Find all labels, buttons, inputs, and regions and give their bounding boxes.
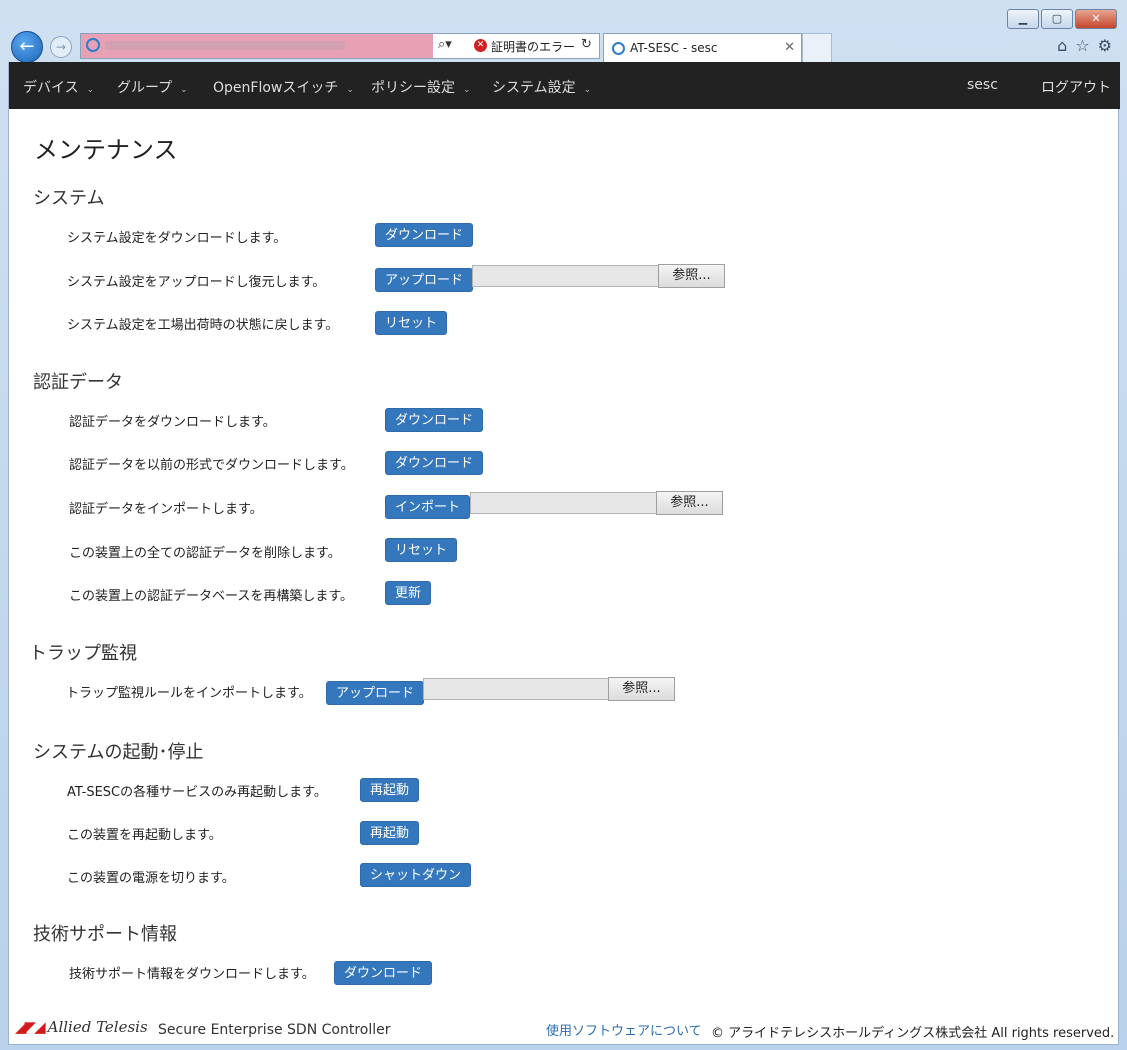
nav-item-groups[interactable]: グループ ⌄ (117, 77, 188, 97)
auth-import-button[interactable]: インポート (385, 495, 471, 519)
chevron-down-icon: ⌄ (180, 85, 188, 95)
chevron-down-icon: ⌄ (346, 85, 354, 95)
close-icon[interactable]: ✕ (1075, 9, 1117, 29)
tab-close-icon[interactable]: ✕ (784, 40, 795, 55)
address-bar[interactable]: ⌕▾ ✕ 証明書のエラー ↻ (80, 33, 600, 59)
nav-item-devices[interactable]: デバイス ⌄ (23, 77, 94, 97)
product-name: Secure Enterprise SDN Controller (158, 1022, 391, 1038)
ie-page-icon (86, 38, 100, 52)
chevron-down-icon: ⌄ (583, 85, 592, 95)
device-shutdown-label: この装置の電源を切ります。 (67, 871, 235, 886)
nav-user[interactable]: sesc (967, 77, 998, 93)
new-tab-button[interactable] (802, 33, 832, 62)
certificate-error-label[interactable]: 証明書のエラー (491, 38, 575, 55)
toolbar-icons: ⌂ ☆ ⚙ (1057, 36, 1112, 55)
footer: ◢◤◢ Allied Telesis Secure Enterprise SDN… (9, 1012, 1120, 1042)
auth-reset-button[interactable]: リセット (385, 538, 458, 562)
system-upload-file-field[interactable] (472, 265, 659, 287)
nav-item-system-settings[interactable]: システム設定 ⌄ (492, 77, 591, 97)
auth-import-browse-button[interactable]: 参照... (656, 491, 723, 515)
system-upload-browse-button[interactable]: 参照... (658, 264, 725, 288)
tab-title: AT-SESC - sesc (630, 41, 718, 55)
support-download-button[interactable]: ダウンロード (334, 961, 433, 985)
home-icon[interactable]: ⌂ (1057, 36, 1067, 55)
trap-upload-browse-button[interactable]: 参照... (608, 677, 675, 701)
address-url-field[interactable] (81, 34, 433, 58)
favorites-star-icon[interactable]: ☆ (1075, 36, 1089, 55)
trap-upload-button[interactable]: アップロード (326, 681, 425, 705)
settings-gear-icon[interactable]: ⚙ (1098, 36, 1112, 55)
auth-delete-label: この装置上の全ての認証データを削除します。 (69, 546, 341, 561)
auth-legacy-download-label: 認証データを以前の形式でダウンロードします。 (69, 458, 354, 473)
auth-import-file-field[interactable] (470, 492, 657, 514)
back-arrow-icon[interactable]: ← (11, 31, 43, 63)
certificate-error-icon[interactable]: ✕ (474, 39, 487, 52)
browser-window: ▁ ▢ ✕ ← → ⌕▾ ✕ 証明書のエラー ↻ AT-SESC - sesc … (0, 0, 1127, 1050)
nav-logout[interactable]: ログアウト (1041, 77, 1111, 97)
search-icon[interactable]: ⌕▾ (438, 37, 452, 52)
maximize-icon[interactable]: ▢ (1041, 9, 1073, 29)
software-info-link[interactable]: 使用ソフトウェアについて (546, 1020, 702, 1039)
chevron-down-icon: ⌄ (86, 85, 95, 95)
device-shutdown-button[interactable]: シャットダウン (360, 863, 472, 887)
nav-item-openflow-switch[interactable]: OpenFlowスイッチ ⌄ (213, 77, 354, 97)
trap-upload-file-field[interactable] (423, 678, 610, 700)
page-content: デバイス ⌄ グループ ⌄ OpenFlowスイッチ ⌄ ポリシー設定 ⌄ システム設定… (8, 62, 1120, 1045)
auth-rebuild-button[interactable]: 更新 (385, 581, 432, 605)
minimize-icon[interactable]: ▁ (1007, 9, 1039, 29)
auth-legacy-download-button[interactable]: ダウンロード (385, 451, 484, 475)
auth-download-button[interactable]: ダウンロード (385, 408, 484, 432)
system-download-button[interactable]: ダウンロード (375, 223, 474, 247)
support-download-label: 技術サポート情報をダウンロードします。 (69, 967, 315, 982)
system-reset-label: システム設定を工場出荷時の状態に戻します。 (67, 318, 339, 333)
services-restart-label: AT-SESCの各種サービスのみ再起動します。 (67, 785, 327, 800)
services-restart-button[interactable]: 再起動 (360, 778, 420, 802)
ie-tab-icon (612, 42, 625, 55)
device-reboot-button[interactable]: 再起動 (360, 821, 420, 845)
section-heading-tech-support: 技術サポート情報 (33, 924, 177, 945)
allied-telesis-logo-icon: ◢◤◢ (15, 1018, 46, 1036)
page-title: メンテナンス (34, 136, 178, 164)
allied-telesis-logo: ◢◤◢ Allied Telesis (15, 1018, 148, 1036)
device-reboot-label: この装置を再起動します。 (67, 828, 222, 843)
refresh-icon[interactable]: ↻ (581, 37, 592, 52)
copyright: © アライドテレシスホールディングス株式会社 All rights reserv… (711, 1026, 1115, 1041)
section-heading-trap-monitoring: トラップ監視 (29, 643, 137, 664)
trap-import-label: トラップ監視ルールをインポートします。 (66, 686, 312, 701)
system-upload-label: システム設定をアップロードし復元します。 (67, 275, 326, 290)
auth-download-label: 認証データをダウンロードします。 (69, 415, 276, 430)
section-heading-system-power: システムの起動･停止 (33, 742, 204, 763)
auth-rebuild-label: この装置上の認証データベースを再構築します。 (69, 589, 354, 604)
chevron-down-icon: ⌄ (463, 85, 471, 95)
auth-import-label: 認証データをインポートします。 (69, 502, 263, 517)
browser-tab-active[interactable]: AT-SESC - sesc ✕ (603, 33, 802, 62)
logo-text: Allied Telesis (47, 1018, 148, 1036)
top-navbar: デバイス ⌄ グループ ⌄ OpenFlowスイッチ ⌄ ポリシー設定 ⌄ システム設定… (9, 62, 1120, 109)
system-upload-button[interactable]: アップロード (375, 268, 474, 292)
section-heading-auth-data: 認証データ (33, 372, 123, 393)
system-download-label: システム設定をダウンロードします。 (67, 231, 287, 246)
section-heading-system: システム (33, 188, 105, 209)
system-reset-button[interactable]: リセット (375, 311, 448, 335)
blurred-url (105, 41, 345, 50)
nav-item-policy-settings[interactable]: ポリシー設定 ⌄ (371, 77, 471, 97)
forward-arrow-icon[interactable]: → (50, 36, 72, 58)
title-bar: ▁ ▢ ✕ ← → ⌕▾ ✕ 証明書のエラー ↻ AT-SESC - sesc … (0, 0, 1127, 63)
window-controls: ▁ ▢ ✕ (1005, 9, 1117, 29)
